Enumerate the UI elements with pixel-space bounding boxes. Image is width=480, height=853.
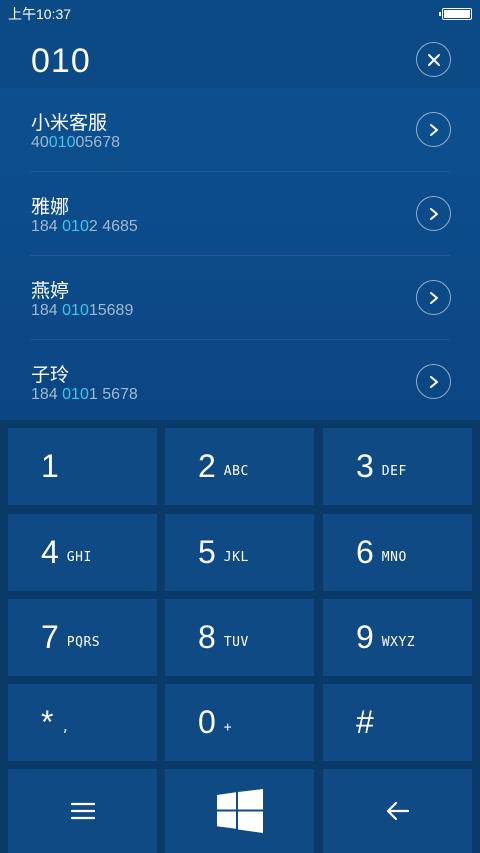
contact-item[interactable]: 燕婷 184 01015689 [0,256,480,340]
key-letters: , [61,720,70,735]
arrow-left-icon [386,801,409,821]
key-1[interactable]: 1 [8,428,157,505]
contact-name: 雅娜 [31,196,70,218]
key-digit: 4 [41,534,59,570]
key-8[interactable]: 8 TUV [165,599,314,676]
key-digit: 1 [41,448,59,484]
chevron-right-icon [429,207,438,220]
key-7[interactable]: 7 PQRS [8,599,157,676]
key-9[interactable]: 9 WXYZ [323,599,472,676]
contact-name: 子玲 [31,364,70,386]
status-time: 上午10:37 [8,6,72,22]
key-digit: * [41,704,54,740]
key-letters: TUV [223,635,249,650]
key-hash[interactable]: # [323,684,472,761]
dial-input-area: 010 [0,28,480,88]
key-star[interactable]: *, [8,684,157,761]
contact-item[interactable]: 雅娜 184 0102 4685 [0,172,480,256]
key-letters: JKL [223,550,249,565]
key-digit: 3 [356,448,374,484]
chevron-right-icon [429,291,438,304]
status-bar: 上午10:37 [0,0,480,28]
contact-detail-button[interactable] [416,112,451,147]
key-3[interactable]: 3 DEF [323,428,472,505]
backspace-button[interactable] [323,769,472,853]
contact-detail-button[interactable] [416,364,451,399]
key-6[interactable]: 6 MNO [323,514,472,591]
chevron-right-icon [429,123,438,136]
contact-detail-button[interactable] [416,196,451,231]
key-digit: 2 [198,448,216,484]
dial-keypad: 1 2 ABC 3 DEF 4 GHI 5 JKL 6 MNO 7 PQRS 8 TUV 9W… [0,420,480,853]
windows-button[interactable] [165,769,314,853]
contact-results-list: 小米客服 4001005678 雅娜 184 0102 4685 燕婷 184 … [0,88,480,420]
contact-number: 184 01015689 [31,302,134,319]
chevron-right-icon [429,375,438,388]
key-0[interactable]: 0 + [165,684,314,761]
key-4[interactable]: 4 GHI [8,514,157,591]
key-letters: WXYZ [381,635,416,650]
contact-number: 184 0102 4685 [31,218,138,235]
key-digit: 5 [198,534,216,570]
contact-number: 4001005678 [31,134,120,151]
key-digit: # [356,704,374,740]
key-digit: 8 [198,619,216,655]
contact-name: 燕婷 [31,280,70,302]
menu-icon [70,802,95,820]
dialed-number: 010 [31,42,91,80]
key-letters: ABC [223,464,249,479]
key-letters: DEF [381,464,407,479]
key-digit: 9 [356,619,374,655]
key-digit: 7 [41,619,59,655]
key-letters: MNO [381,550,407,565]
windows-logo-icon [216,789,263,833]
key-digit: 0 [198,704,216,740]
contact-item[interactable]: 小米客服 4001005678 [0,88,480,172]
contact-name: 小米客服 [31,112,108,134]
key-2[interactable]: 2 ABC [165,428,314,505]
battery-icon [439,8,472,20]
key-letters: PQRS [66,635,101,650]
contact-number: 184 0101 5678 [31,386,138,403]
key-5[interactable]: 5 JKL [165,514,314,591]
key-letters: GHI [66,550,92,565]
contact-item[interactable]: 子玲 184 0101 5678 [0,340,480,424]
key-digit: 6 [356,534,374,570]
close-icon [427,53,440,66]
contact-detail-button[interactable] [416,280,451,315]
menu-button[interactable] [8,769,157,853]
key-letters: + [223,720,233,735]
clear-button[interactable] [416,42,451,77]
